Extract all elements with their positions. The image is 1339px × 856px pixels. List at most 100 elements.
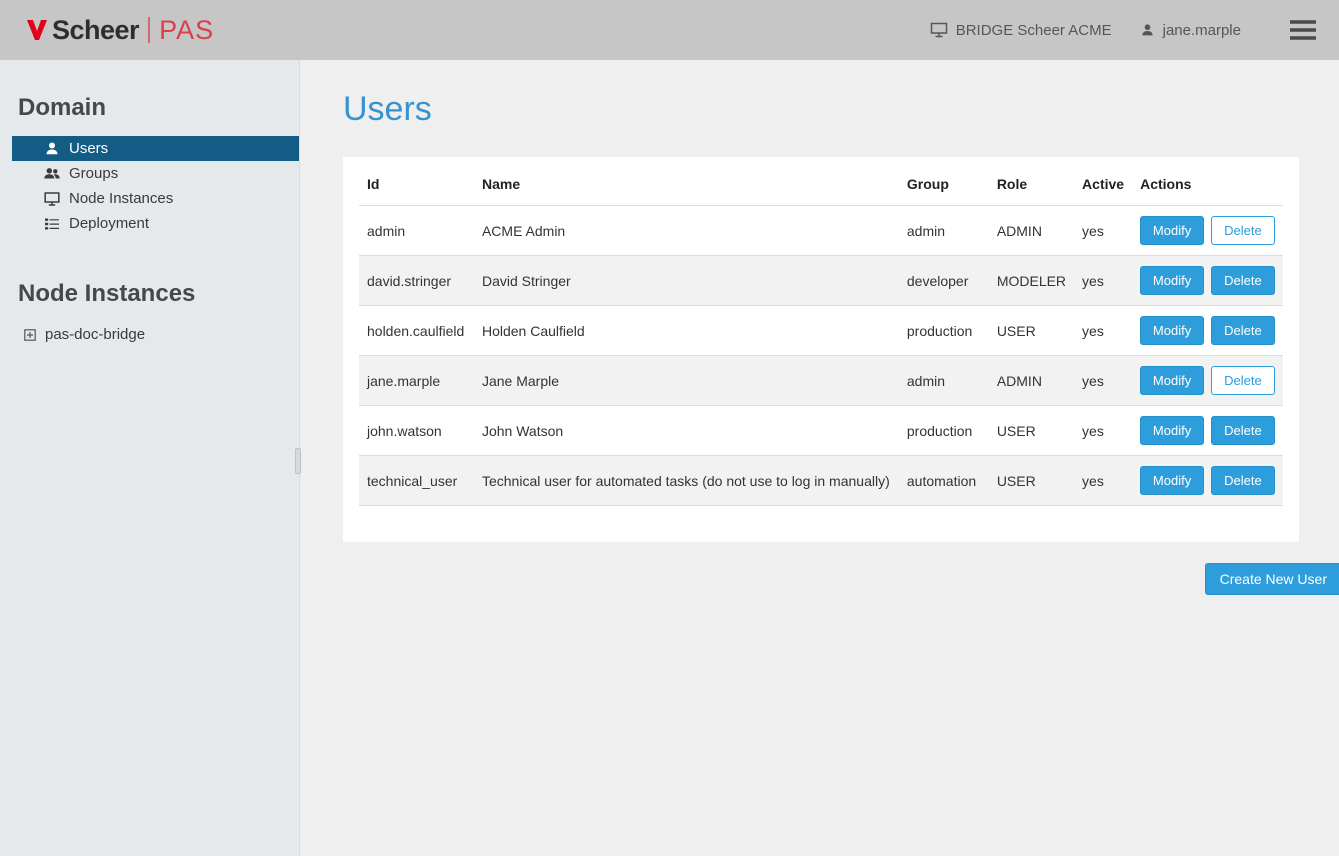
cell-id: jane.marple — [359, 356, 474, 406]
user-icon — [1140, 23, 1155, 38]
sidebar-item-node-instances[interactable]: Node Instances — [12, 186, 299, 211]
scheer-logo-mark — [26, 18, 48, 42]
delete-button[interactable]: Delete — [1211, 466, 1275, 495]
table-header-row: Id Name Group Role Active Actions — [359, 159, 1283, 206]
column-header-name: Name — [474, 159, 899, 206]
cell-active: yes — [1074, 306, 1132, 356]
sidebar-item-label: Users — [69, 140, 108, 157]
scheer-pas-logo: Scheer PAS — [26, 15, 214, 46]
modify-button[interactable]: Modify — [1140, 316, 1204, 345]
modify-button[interactable]: Modify — [1140, 216, 1204, 245]
header-right: BRIDGE Scheer ACME jane.marple — [930, 19, 1317, 41]
cell-name: Jane Marple — [474, 356, 899, 406]
sidebar-item-label: Groups — [69, 165, 118, 182]
cell-actions: Modify Delete — [1132, 206, 1283, 256]
expand-plus-icon[interactable] — [24, 329, 36, 341]
cell-name: ACME Admin — [474, 206, 899, 256]
group-icon — [44, 166, 60, 182]
cell-id: david.stringer — [359, 256, 474, 306]
sidebar-item-users[interactable]: Users — [12, 136, 299, 161]
cell-id: holden.caulfield — [359, 306, 474, 356]
product-text: PAS — [159, 15, 214, 46]
users-table-body: admin ACME Admin admin ADMIN yes Modify … — [359, 206, 1283, 506]
main-area: Users Id Name Group Role Active Actions — [300, 60, 1339, 856]
cell-actions: Modify Delete — [1132, 306, 1283, 356]
cell-group: automation — [899, 456, 989, 506]
cell-name: John Watson — [474, 406, 899, 456]
sidebar-resize-handle[interactable] — [295, 448, 301, 474]
domain-heading: Domain — [0, 94, 299, 122]
cell-role: MODELER — [989, 256, 1074, 306]
cell-name: David Stringer — [474, 256, 899, 306]
cell-actions: Modify Delete — [1132, 256, 1283, 306]
cell-role: USER — [989, 406, 1074, 456]
cell-name: Holden Caulfield — [474, 306, 899, 356]
deployment-icon — [44, 216, 60, 232]
cell-id: technical_user — [359, 456, 474, 506]
users-card: Id Name Group Role Active Actions admin … — [343, 157, 1299, 542]
delete-button[interactable]: Delete — [1211, 366, 1275, 395]
top-bar: Scheer PAS BRIDGE Scheer ACME jane.marpl… — [0, 0, 1339, 60]
cell-role: USER — [989, 456, 1074, 506]
domain-nav: Users Groups Node Instances — [0, 136, 299, 236]
cell-group: production — [899, 406, 989, 456]
user-icon — [44, 141, 60, 157]
modify-button[interactable]: Modify — [1140, 416, 1204, 445]
monitor-icon — [44, 191, 60, 207]
node-instances-heading: Node Instances — [0, 280, 299, 308]
cell-group: admin — [899, 356, 989, 406]
sidebar-item-label: Node Instances — [69, 190, 173, 207]
page-title: Users — [343, 90, 1299, 129]
cell-name: Technical user for automated tasks (do n… — [474, 456, 899, 506]
cell-id: admin — [359, 206, 474, 256]
delete-button[interactable]: Delete — [1211, 316, 1275, 345]
cell-role: USER — [989, 306, 1074, 356]
cell-active: yes — [1074, 456, 1132, 506]
cell-group: developer — [899, 256, 989, 306]
cell-group: production — [899, 306, 989, 356]
cell-id: john.watson — [359, 406, 474, 456]
cell-role: ADMIN — [989, 356, 1074, 406]
table-row: jane.marple Jane Marple admin ADMIN yes … — [359, 356, 1283, 406]
column-header-group: Group — [899, 159, 989, 206]
current-user-label: jane.marple — [1163, 22, 1241, 39]
cell-actions: Modify Delete — [1132, 406, 1283, 456]
monitor-icon — [930, 22, 948, 38]
column-header-actions: Actions — [1132, 159, 1283, 206]
modify-button[interactable]: Modify — [1140, 466, 1204, 495]
modify-button[interactable]: Modify — [1140, 266, 1204, 295]
column-header-active: Active — [1074, 159, 1132, 206]
sidebar-item-label: Deployment — [69, 215, 149, 232]
table-row: holden.caulfield Holden Caulfield produc… — [359, 306, 1283, 356]
table-row: admin ACME Admin admin ADMIN yes Modify … — [359, 206, 1283, 256]
column-header-role: Role — [989, 159, 1074, 206]
cell-active: yes — [1074, 356, 1132, 406]
menu-icon[interactable] — [1289, 19, 1317, 41]
tree-item-label: pas-doc-bridge — [45, 326, 145, 343]
sidebar-item-deployment[interactable]: Deployment — [12, 211, 299, 236]
instance-indicator: BRIDGE Scheer ACME — [930, 22, 1112, 39]
cell-active: yes — [1074, 206, 1132, 256]
cell-role: ADMIN — [989, 206, 1074, 256]
cell-active: yes — [1074, 256, 1132, 306]
brand-text: Scheer — [52, 15, 139, 46]
column-header-id: Id — [359, 159, 474, 206]
delete-button[interactable]: Delete — [1211, 416, 1275, 445]
logo-separator — [148, 17, 150, 43]
cell-actions: Modify Delete — [1132, 456, 1283, 506]
tree-item-pas-doc-bridge[interactable]: pas-doc-bridge — [0, 322, 299, 347]
cell-group: admin — [899, 206, 989, 256]
sidebar: Domain Users Groups — [0, 60, 300, 856]
cell-active: yes — [1074, 406, 1132, 456]
users-table: Id Name Group Role Active Actions admin … — [359, 159, 1283, 506]
modify-button[interactable]: Modify — [1140, 366, 1204, 395]
sidebar-item-groups[interactable]: Groups — [12, 161, 299, 186]
delete-button[interactable]: Delete — [1211, 266, 1275, 295]
create-new-user-button[interactable]: Create New User — [1205, 563, 1339, 595]
cell-actions: Modify Delete — [1132, 356, 1283, 406]
instance-label: BRIDGE Scheer ACME — [956, 22, 1112, 39]
table-row: john.watson John Watson production USER … — [359, 406, 1283, 456]
table-row: david.stringer David Stringer developer … — [359, 256, 1283, 306]
delete-button[interactable]: Delete — [1211, 216, 1275, 245]
current-user[interactable]: jane.marple — [1140, 22, 1241, 39]
